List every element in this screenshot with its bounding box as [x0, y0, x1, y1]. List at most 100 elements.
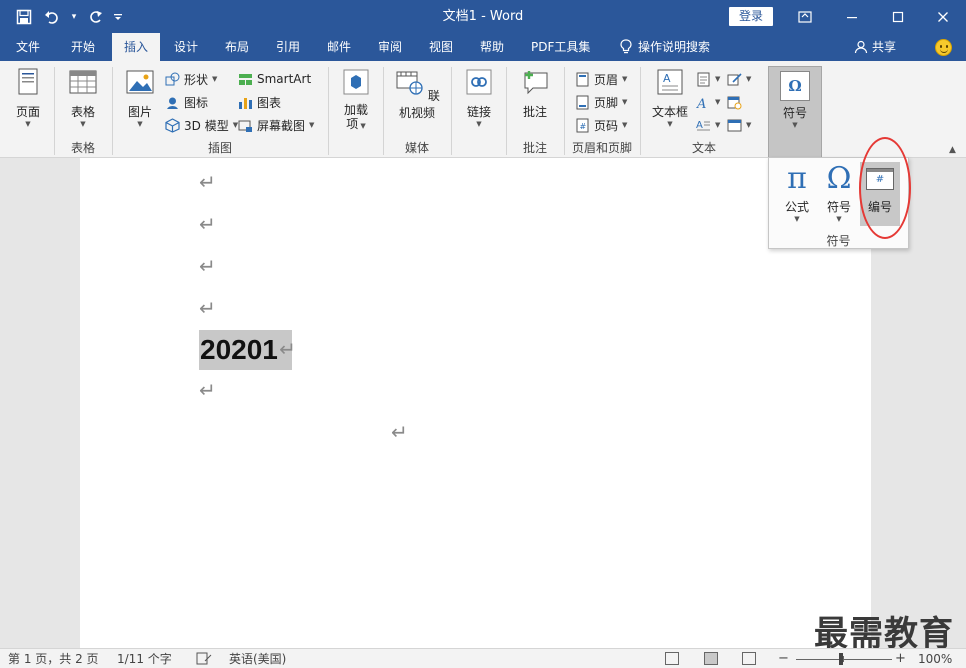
- tab-help[interactable]: 帮助: [474, 33, 510, 61]
- customize-qat-icon[interactable]: [112, 5, 124, 29]
- tab-insert[interactable]: 插入: [112, 33, 160, 61]
- equation-label: 公式: [784, 200, 809, 214]
- table-icon: [69, 70, 97, 94]
- tell-me-search[interactable]: 操作说明搜索: [614, 33, 716, 61]
- quick-access-toolbar: ▾: [12, 0, 124, 33]
- zoom-in-icon[interactable]: +: [895, 649, 906, 668]
- feedback-smiley-icon[interactable]: [935, 39, 952, 56]
- ribbon-display-options-icon[interactable]: [782, 0, 828, 33]
- page-button[interactable]: 页面 ▼: [8, 67, 48, 128]
- tab-references[interactable]: 引用: [270, 33, 306, 61]
- icons-label: 图标: [184, 95, 209, 110]
- header-label: 页眉: [594, 72, 619, 87]
- zoom-slider-track[interactable]: [796, 659, 892, 660]
- smartart-label: SmartArt: [257, 72, 312, 86]
- chevron-down-icon: ▼: [715, 98, 721, 106]
- tab-view[interactable]: 视图: [423, 33, 459, 61]
- annotation-circle: [859, 137, 911, 239]
- maximize-icon[interactable]: [875, 0, 921, 33]
- collapse-ribbon-icon[interactable]: ▲: [949, 145, 956, 155]
- paragraph-mark-icon: ↵: [391, 420, 408, 444]
- zoom-out-icon[interactable]: −: [778, 649, 789, 668]
- share-button[interactable]: 共享: [854, 33, 896, 61]
- quick-parts-icon: [697, 72, 710, 86]
- shapes-icon: [165, 72, 180, 85]
- signature-line-button[interactable]: ▼: [727, 69, 751, 89]
- paragraph-mark-icon: ↵: [199, 296, 216, 320]
- symbols-button[interactable]: Ω 符号 ▼: [768, 66, 822, 158]
- chevron-down-icon: ▼: [309, 121, 315, 129]
- chevron-down-icon: ▼: [212, 75, 218, 83]
- svg-text:A: A: [696, 97, 706, 110]
- picture-button[interactable]: 图片 ▼: [120, 67, 160, 128]
- object-button[interactable]: ▼: [727, 115, 751, 135]
- smartart-button[interactable]: SmartArt: [238, 69, 311, 89]
- undo-icon[interactable]: [40, 5, 64, 29]
- minimize-icon[interactable]: [829, 0, 875, 33]
- equation-button[interactable]: π 公式 ▼: [777, 162, 817, 224]
- web-layout-icon[interactable]: [742, 652, 756, 665]
- tab-review[interactable]: 审阅: [372, 33, 408, 61]
- proofing-icon[interactable]: [196, 649, 212, 668]
- shapes-label: 形状: [184, 72, 209, 87]
- links-button[interactable]: 链接 ▼: [459, 67, 499, 128]
- paragraph-mark-icon: ↵: [199, 254, 216, 278]
- tab-mailings[interactable]: 邮件: [321, 33, 357, 61]
- omega-icon: Ω: [780, 71, 810, 101]
- screenshot-label: 屏幕截图: [257, 118, 306, 133]
- undo-dropdown-icon[interactable]: ▾: [68, 5, 80, 29]
- textbox-button[interactable]: A 文本框 ▼: [648, 67, 692, 128]
- date-time-button[interactable]: [727, 92, 742, 112]
- link-icon: [466, 69, 492, 95]
- tab-design[interactable]: 设计: [168, 33, 204, 61]
- zoom-level[interactable]: 100%: [918, 649, 952, 668]
- table-button[interactable]: 表格 ▼: [62, 67, 104, 128]
- comment-label: 批注: [522, 105, 547, 119]
- zoom-slider-thumb[interactable]: [839, 653, 843, 665]
- footer-button[interactable]: 页脚 ▼: [575, 92, 627, 112]
- word-count[interactable]: 1/11 个字: [117, 649, 172, 668]
- chevron-down-icon: ▼: [622, 98, 628, 106]
- redo-icon[interactable]: [84, 5, 108, 29]
- chart-label: 图表: [257, 95, 282, 110]
- paragraph-mark-icon: ↵: [199, 378, 216, 402]
- screenshot-button[interactable]: 屏幕截图 ▼: [238, 115, 314, 135]
- selected-text[interactable]: 20201 ↵: [199, 330, 296, 370]
- page-number-button[interactable]: # 页码 ▼: [575, 115, 627, 135]
- chevron-down-icon: ▼: [622, 121, 628, 129]
- symbol-label: 符号: [826, 200, 851, 214]
- tell-me-label: 操作说明搜索: [638, 40, 711, 54]
- tab-home[interactable]: 开始: [65, 33, 101, 61]
- footer-label: 页脚: [594, 95, 619, 110]
- icons-button[interactable]: 图标: [165, 92, 208, 112]
- drop-cap-button[interactable]: A ▼: [696, 115, 720, 135]
- group-label-media: 媒体: [404, 141, 429, 155]
- save-icon[interactable]: [12, 5, 36, 29]
- shapes-button[interactable]: 形状 ▼: [165, 69, 217, 89]
- comment-button[interactable]: 批注: [514, 67, 556, 120]
- tab-pdf-tools[interactable]: PDF工具集: [525, 33, 596, 61]
- header-button[interactable]: 页眉 ▼: [575, 69, 627, 89]
- addins-button[interactable]: 加载 项 ▼: [336, 67, 376, 131]
- language-indicator[interactable]: 英语(美国): [229, 649, 286, 668]
- paragraph-mark-icon: ↵: [199, 212, 216, 236]
- tab-file[interactable]: 文件: [10, 33, 46, 61]
- symbol-button[interactable]: Ω 符号 ▼: [819, 162, 859, 224]
- wordart-button[interactable]: A ▼: [696, 92, 720, 112]
- group-divider: [54, 67, 55, 155]
- login-button[interactable]: 登录: [729, 7, 773, 26]
- online-video-button[interactable]: 联机视频: [389, 67, 445, 121]
- vertical-scrollbar[interactable]: [950, 158, 966, 648]
- print-layout-icon[interactable]: [704, 652, 718, 665]
- group-label-illustrations: 插图: [207, 141, 232, 155]
- chevron-down-icon: ▼: [80, 120, 86, 128]
- quick-parts-button[interactable]: ▼: [696, 69, 720, 89]
- chart-button[interactable]: 图表: [238, 92, 281, 112]
- svg-text:A: A: [696, 120, 703, 131]
- page-count[interactable]: 第 1 页，共 2 页: [8, 649, 99, 668]
- chevron-down-icon: ▼: [792, 121, 798, 129]
- read-mode-icon[interactable]: [665, 652, 679, 665]
- 3d-model-button[interactable]: 3D 模型 ▼: [165, 115, 238, 135]
- close-icon[interactable]: [920, 0, 966, 33]
- tab-layout[interactable]: 布局: [219, 33, 255, 61]
